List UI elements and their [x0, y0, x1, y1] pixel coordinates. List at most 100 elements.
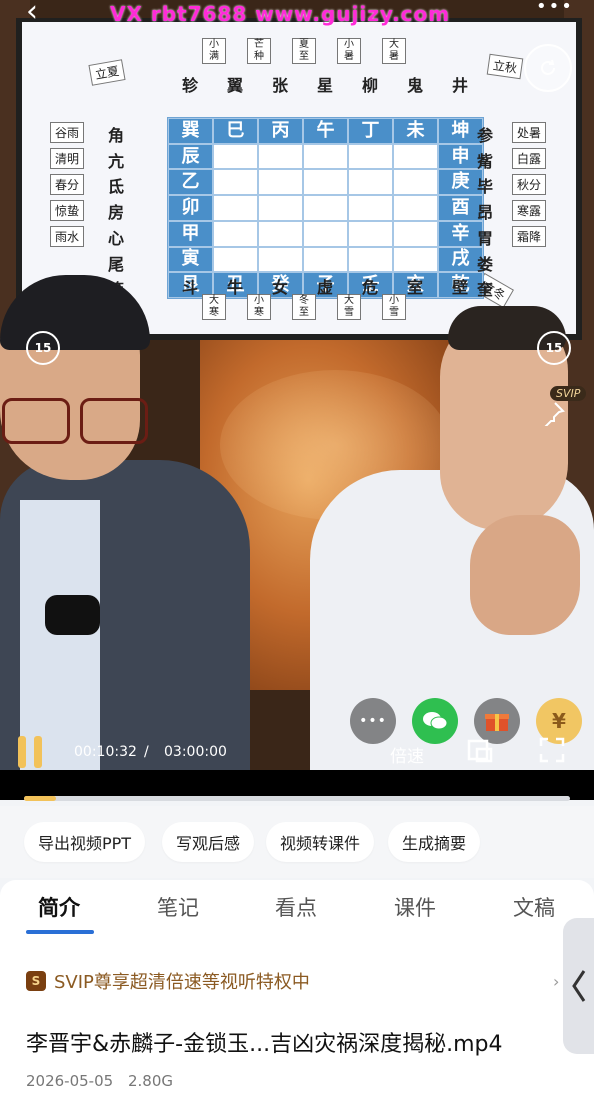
board-direction-cell: 甲 [168, 220, 213, 247]
solar-term-label: 芒种 [247, 38, 271, 64]
svip-diamond-icon: S [26, 971, 46, 991]
solar-term-label: 清明 [50, 148, 85, 169]
board-inner-cell [303, 143, 348, 170]
forward-15-icon[interactable]: 15 [537, 331, 571, 365]
solar-term-label: 寒露 [512, 200, 547, 221]
lunar-mansion-label: 翼 [227, 76, 244, 95]
board-inner-cell [393, 220, 438, 247]
coin-symbol: ¥ [552, 709, 566, 733]
more-actions-button[interactable]: ••• [350, 698, 396, 744]
lunar-mansion-label: 亢 [108, 151, 125, 171]
board-direction-cell: 乙 [168, 169, 213, 196]
solar-term-label: 惊蛰 [50, 200, 85, 221]
board-inner-cell [348, 143, 393, 170]
corner-term-top-right: 立秋 [486, 53, 524, 80]
lunar-mansion-label: 房 [108, 203, 125, 223]
board-direction-cell: 未 [393, 118, 438, 144]
solar-term-label: 夏至 [292, 38, 316, 64]
lunar-mansion-label: 角 [108, 126, 125, 145]
more-actions-icon: ••• [359, 713, 387, 729]
solar-term-label: 霜降 [512, 226, 547, 247]
board-inner-cell [393, 143, 438, 170]
file-title: 李晋宇&赤麟子-金锁玉...吉凶灾祸深度揭秘.mp4 [26, 1032, 503, 1057]
lunar-mansion-label: 参 [477, 126, 494, 145]
board-inner-cell [393, 169, 438, 196]
rewind-15-icon[interactable]: 15 [26, 331, 60, 365]
board-inner-cell [258, 195, 303, 221]
board-inner-cell [348, 169, 393, 196]
solar-term-label: 小雪 [382, 294, 406, 320]
board-inner-cell [213, 246, 258, 273]
board-inner-cell [258, 220, 303, 247]
rotate-icon[interactable] [524, 44, 572, 92]
lunar-mansion-label: 危 [362, 278, 379, 297]
board-direction-cell: 午 [303, 118, 348, 144]
video-to-courseware-chip[interactable]: 视频转课件 [266, 822, 375, 862]
chevron-right-icon[interactable]: › [553, 972, 559, 991]
svip-promo[interactable]: S SVIP尊享超清倍速等视听特权中 [26, 968, 310, 994]
more-menu-icon[interactable]: ••• [536, 0, 574, 17]
lunar-mansion-label: 奎 [477, 280, 494, 300]
pin-icon[interactable] [540, 400, 566, 432]
presenter-right-hand [470, 515, 580, 635]
lunar-mansion-label: 昂 [477, 203, 494, 223]
progress-fill [24, 796, 56, 801]
tab-highlights[interactable]: 看点 [275, 892, 317, 922]
generate-summary-chip[interactable]: 生成摘要 [388, 822, 481, 862]
lunar-mansion-label: 室 [407, 278, 424, 297]
solar-term-label: 小暑 [337, 38, 361, 64]
board-inner-cell [213, 169, 258, 196]
side-drawer-handle[interactable] [563, 918, 594, 1054]
wechat-share-icon[interactable] [412, 698, 458, 744]
solar-term-label: 大寒 [202, 294, 226, 320]
lunar-mansion-label: 氐 [108, 177, 125, 197]
solar-term-label: 大暑 [382, 38, 406, 64]
svip-promo-text: SVIP尊享超清倍速等视听特权中 [54, 972, 310, 993]
board-inner-cell [258, 246, 303, 273]
solar-term-label: 白露 [512, 148, 547, 169]
tab-active-indicator [26, 930, 94, 934]
speed-button[interactable]: 倍速 [390, 742, 424, 767]
solar-term-label: 处暑 [512, 122, 547, 143]
action-chips: 导出视频PPT 写观后感 视频转课件 生成摘要 [0, 806, 594, 878]
tab-notes[interactable]: 笔记 [157, 892, 199, 922]
tab-transcript[interactable]: 文稿 [513, 892, 555, 922]
watermark-text: VX rbt7688 www.gujizy.com [110, 2, 451, 26]
screenshot-icon[interactable] [466, 736, 494, 768]
lunar-mansion-label: 娄 [477, 254, 494, 274]
board-inner-cell [213, 220, 258, 247]
export-ppt-chip[interactable]: 导出视频PPT [24, 822, 146, 862]
board-direction-cell: 巽 [168, 118, 213, 144]
tab-intro[interactable]: 简介 [38, 892, 80, 922]
fullscreen-icon[interactable] [538, 736, 566, 768]
info-panel: 简介 笔记 看点 课件 文稿 S SVIP尊享超清倍速等视听特权中 › 李晋宇&… [0, 880, 594, 1104]
board-direction-cell: 丙 [258, 118, 303, 144]
glasses [0, 398, 148, 444]
lunar-mansion-label: 虚 [317, 278, 334, 297]
progress-bar[interactable] [24, 796, 570, 801]
lunar-mansion-label: 尾 [108, 254, 125, 274]
pause-button[interactable] [18, 736, 46, 768]
solar-term-label: 小寒 [247, 294, 271, 320]
lunar-mansion-label: 壁 [452, 278, 469, 297]
video-player[interactable]: 立夏 立秋 立冬 巽巳丙午丁未坤辰申乙庚卯酉甲辛寅戌艮丑癸子壬亥乾 轸翼张星柳鬼… [0, 0, 594, 800]
lunar-mansion-label: 鬼 [407, 76, 424, 95]
solar-term-label: 秋分 [512, 174, 547, 195]
solar-term-label: 谷雨 [50, 122, 85, 143]
board-inner-cell [258, 143, 303, 170]
lunar-mansion-label: 心 [108, 228, 125, 248]
lunar-mansion-label: 井 [452, 76, 469, 95]
lunar-mansion-label: 毕 [477, 177, 494, 197]
back-chevron-icon[interactable]: ‹ [26, 0, 38, 29]
board-direction-cell: 丁 [348, 118, 393, 144]
forward-seconds: 15 [545, 341, 563, 355]
write-review-chip[interactable]: 写观后感 [162, 822, 255, 862]
board-inner-cell [303, 220, 348, 247]
lunar-mansion-label: 觜 [477, 151, 494, 171]
board-inner-cell [393, 246, 438, 273]
tab-courseware[interactable]: 课件 [394, 892, 436, 922]
board-grid: 巽巳丙午丁未坤辰申乙庚卯酉甲辛寅戌艮丑癸子壬亥乾 [167, 117, 484, 299]
solar-term-label: 雨水 [50, 226, 85, 247]
time-separator: / [144, 744, 149, 760]
lunar-mansion-label: 柳 [362, 76, 379, 95]
